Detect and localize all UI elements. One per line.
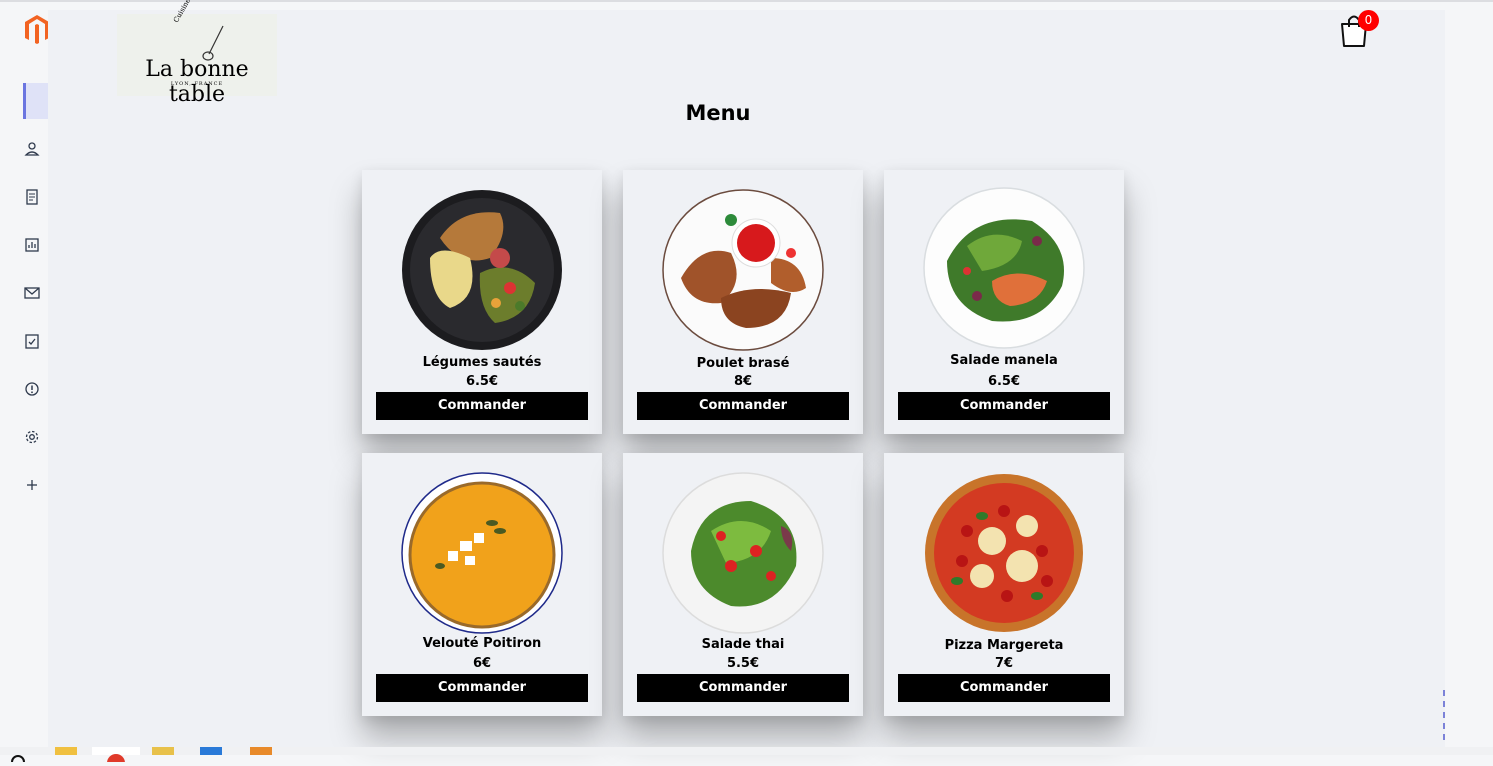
chicken-plate-icon bbox=[662, 189, 824, 351]
plus-icon[interactable] bbox=[23, 476, 41, 494]
pizza-icon bbox=[925, 474, 1083, 632]
window-top-border bbox=[0, 0, 1493, 2]
menu-card: Velouté Poitiron 6€ Commander bbox=[362, 453, 602, 716]
logo-city: LYON, FRANCE bbox=[170, 81, 224, 87]
salad-plate-icon bbox=[662, 472, 824, 634]
dish-price: 6€ bbox=[472, 656, 492, 671]
dish-name: Légumes sautés bbox=[422, 355, 542, 370]
resize-handle[interactable] bbox=[1443, 690, 1447, 740]
menu-card: Salade manela 6.5€ Commander bbox=[884, 170, 1124, 434]
file-explorer-icon[interactable] bbox=[55, 747, 77, 755]
dish-price: 8€ bbox=[733, 374, 753, 389]
user-icon[interactable] bbox=[23, 140, 41, 158]
order-button[interactable]: Commander bbox=[898, 392, 1110, 420]
settings-icon[interactable] bbox=[23, 428, 41, 446]
restaurant-logo[interactable]: Cuisine du MONDE La bonne table LYON, FR… bbox=[117, 0, 277, 107]
vscode-icon[interactable] bbox=[200, 747, 222, 755]
dish-name: Salade thai bbox=[701, 637, 785, 652]
app-icon[interactable] bbox=[250, 747, 272, 755]
orders-icon[interactable] bbox=[23, 188, 41, 206]
order-button[interactable]: Commander bbox=[637, 392, 849, 420]
sidebar bbox=[0, 2, 50, 747]
stir-fry-plate-icon bbox=[402, 190, 562, 350]
menu-card: Pizza Margereta 7€ Commander bbox=[884, 453, 1124, 716]
order-button[interactable]: Commander bbox=[898, 674, 1110, 702]
dish-name: Salade manela bbox=[950, 353, 1058, 368]
clipboard-check-icon[interactable] bbox=[23, 332, 41, 350]
chart-icon[interactable] bbox=[23, 236, 41, 254]
menu-card: Légumes sautés 6.5€ Commander bbox=[362, 170, 602, 434]
soup-bowl-icon bbox=[401, 472, 563, 634]
page-title: Menu bbox=[685, 101, 751, 125]
dish-price: 7€ bbox=[994, 656, 1014, 671]
cart-count-badge: 0 bbox=[1358, 10, 1379, 31]
menu-card: Salade thai 5.5€ Commander bbox=[623, 453, 863, 716]
dish-name: Pizza Margereta bbox=[944, 638, 1064, 653]
order-button[interactable]: Commander bbox=[376, 674, 588, 702]
alert-icon[interactable] bbox=[23, 380, 41, 398]
mail-icon[interactable] bbox=[23, 284, 41, 302]
search-icon[interactable] bbox=[10, 747, 32, 766]
dish-name: Poulet brasé bbox=[696, 356, 790, 371]
app-brand-icon[interactable] bbox=[24, 14, 50, 46]
order-button[interactable]: Commander bbox=[376, 392, 588, 420]
dish-price: 6.5€ bbox=[987, 374, 1021, 389]
app-icon[interactable] bbox=[152, 747, 174, 755]
taskbar bbox=[0, 747, 1493, 755]
sidebar-item-dashboard[interactable] bbox=[23, 83, 48, 119]
dish-price: 6.5€ bbox=[465, 374, 499, 389]
salmon-salad-plate-icon bbox=[923, 187, 1085, 349]
order-button[interactable]: Commander bbox=[637, 674, 849, 702]
dish-price: 5.5€ bbox=[726, 656, 760, 671]
browser-tab-icon[interactable] bbox=[92, 747, 140, 766]
dish-name: Velouté Poitiron bbox=[422, 636, 542, 651]
menu-card: Poulet brasé 8€ Commander bbox=[623, 170, 863, 434]
